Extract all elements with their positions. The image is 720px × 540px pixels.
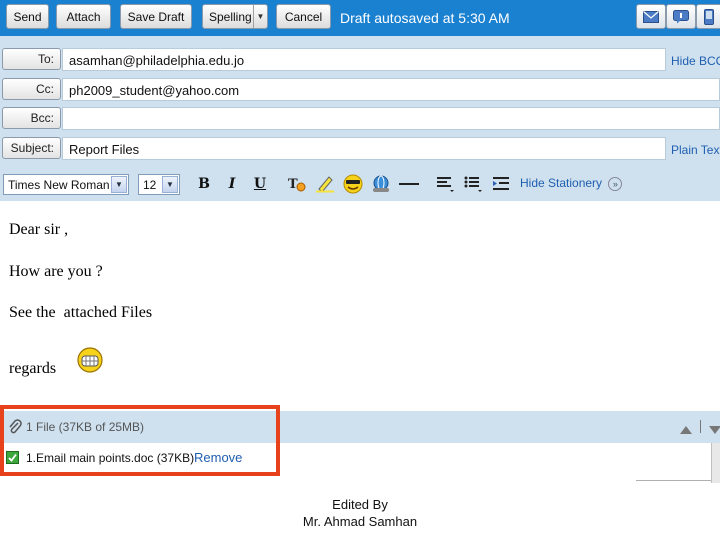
body-line-greeting: Dear sir ,: [9, 221, 69, 238]
italic-icon[interactable]: I: [221, 174, 243, 194]
chat-icon[interactable]: [666, 4, 696, 29]
svg-text:T: T: [288, 177, 298, 192]
mobile-icon[interactable]: [696, 4, 720, 29]
paperclip-icon: [8, 419, 22, 440]
body-line-attached: See the attached Files: [9, 304, 153, 321]
spelling-label: Spelling: [209, 9, 252, 24]
save-draft-button[interactable]: Save Draft: [120, 4, 192, 29]
underline-icon[interactable]: U: [249, 174, 271, 194]
subject-label: Subject:: [2, 137, 61, 159]
attach-button[interactable]: Attach: [56, 4, 111, 29]
collapse-up-icon[interactable]: [680, 421, 692, 439]
compose-toolbar: Send Attach Save Draft Spelling ▼ Cancel…: [0, 0, 720, 36]
message-body[interactable]: Dear sir , How are you ? See the attache…: [0, 201, 720, 411]
emoticon-icon[interactable]: [342, 174, 364, 194]
hide-stationery-label: Hide Stationery: [520, 176, 603, 190]
attachment-count: 1 File (37KB of 25MB): [26, 420, 145, 434]
cc-field[interactable]: ph2009_student@yahoo.com: [62, 78, 720, 101]
font-color-icon[interactable]: T: [286, 174, 308, 194]
scrollbar[interactable]: [711, 443, 720, 483]
bcc-field[interactable]: [62, 107, 720, 130]
caption-line-1: Edited By: [332, 497, 388, 512]
attachment-item: 1.Email main points.doc (37KB) Remove: [0, 443, 720, 477]
font-family-select[interactable]: Times New Roman ▼: [3, 174, 129, 195]
highlight-icon[interactable]: [314, 174, 336, 194]
indent-icon[interactable]: [490, 174, 512, 194]
bcc-button[interactable]: Bcc:: [2, 107, 61, 129]
cc-button[interactable]: Cc:: [2, 78, 61, 100]
remove-attachment-link[interactable]: Remove: [194, 450, 242, 465]
cancel-button[interactable]: Cancel: [276, 4, 331, 29]
side-panel-fragment: [636, 480, 711, 486]
spelling-button[interactable]: Spelling ▼: [202, 4, 268, 29]
bold-icon[interactable]: B: [193, 174, 215, 194]
attachments-header: 1 File (37KB of 25MB): [0, 411, 720, 443]
horizontal-rule-icon[interactable]: [398, 174, 420, 194]
caption-line-2: Mr. Ahmad Samhan: [302, 514, 418, 529]
list-icon[interactable]: [462, 174, 484, 194]
mail-icon[interactable]: [636, 4, 666, 29]
cc-row: Cc: ph2009_student@yahoo.com: [0, 76, 720, 102]
attachments-panel: 1 File (37KB of 25MB) 1.Email main point…: [0, 411, 720, 486]
font-family-value: Times New Roman: [8, 178, 110, 192]
attachment-filename: 1.Email main points.doc (37KB): [26, 451, 195, 465]
font-size-select[interactable]: 12 ▼: [138, 174, 180, 195]
body-line-regards: regards: [9, 360, 57, 377]
to-field[interactable]: asamhan@philadelphia.edu.jo: [62, 48, 666, 71]
caption: Edited By Mr. Ahmad Samhan: [0, 496, 720, 530]
insert-link-icon[interactable]: [370, 174, 392, 194]
body-line-question: How are you ?: [9, 263, 103, 280]
subject-row: Subject: Report Files Plain Text: [0, 135, 720, 161]
divider: [700, 420, 701, 433]
subject-field[interactable]: Report Files: [62, 137, 666, 160]
bcc-row: Bcc:: [0, 105, 720, 131]
grinning-smiley-icon: [76, 346, 104, 379]
hide-stationery-link[interactable]: Hide Stationery »: [520, 176, 623, 191]
autosave-status: Draft autosaved at 5:30 AM: [340, 10, 510, 26]
expand-down-icon[interactable]: [709, 421, 720, 439]
chevron-right-icon: »: [608, 176, 623, 191]
chevron-down-icon: ▼: [111, 176, 127, 193]
checkmark-icon: [6, 451, 19, 469]
spelling-dropdown-icon[interactable]: ▼: [253, 5, 267, 28]
send-button[interactable]: Send: [6, 4, 49, 29]
plain-text-link[interactable]: Plain Text: [671, 143, 720, 157]
align-icon[interactable]: [434, 174, 456, 194]
chevron-down-icon: ▼: [162, 176, 178, 193]
font-size-value: 12: [143, 178, 157, 192]
format-toolbar: Times New Roman ▼ 12 ▼ B I U T Hide Stat…: [0, 166, 720, 201]
to-row: To: asamhan@philadelphia.edu.jo Hide BCC: [0, 46, 720, 72]
hide-bcc-link[interactable]: Hide BCC: [671, 54, 720, 68]
to-button[interactable]: To:: [2, 48, 61, 70]
